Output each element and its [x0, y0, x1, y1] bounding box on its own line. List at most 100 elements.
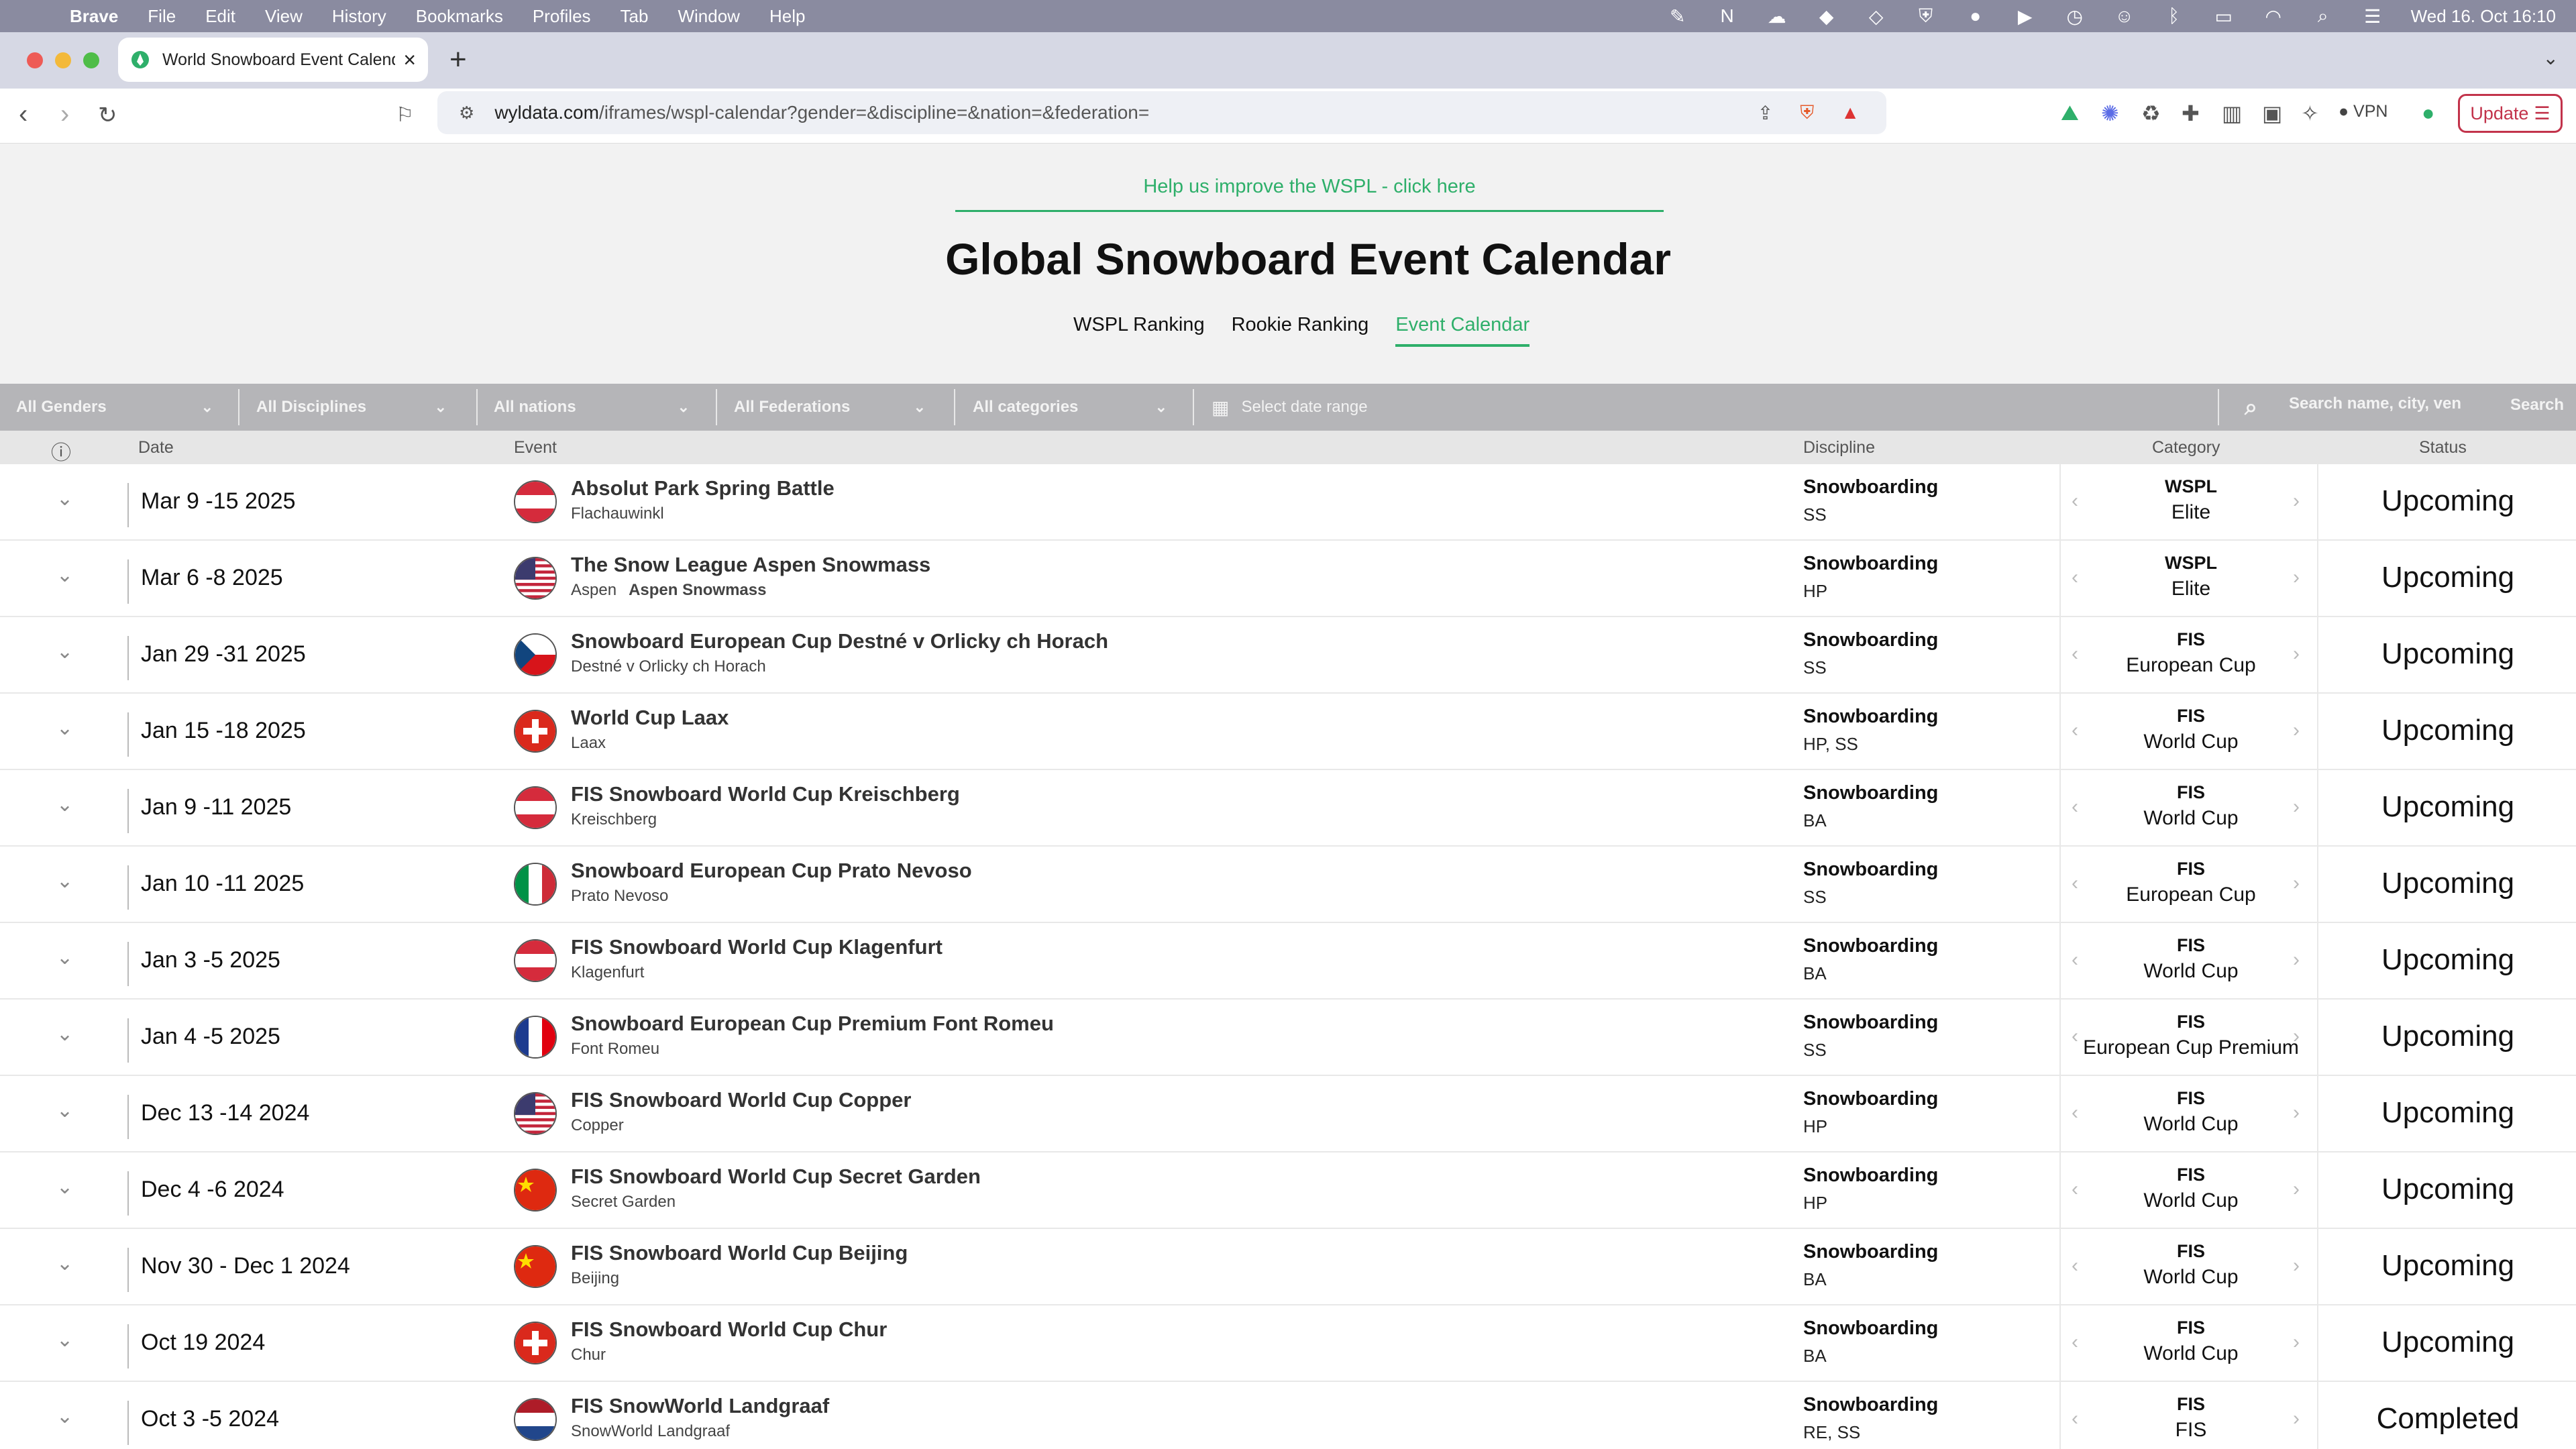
table-row[interactable]: ⌄ Dec 4 -6 2024 FIS Snowboard World Cup Se… [0, 1152, 2576, 1229]
category-next-icon[interactable]: › [2293, 1331, 2300, 1354]
info-icon[interactable]: ⓘ [51, 436, 71, 466]
table-row[interactable]: ⌄ Jan 10 -11 2025 Snowboard European Cup P… [0, 847, 2576, 923]
gender-select[interactable]: All Genders ⌄ [0, 384, 229, 431]
event-name[interactable]: FIS SnowWorld Landgraaf [571, 1394, 829, 1418]
nav-wspl-ranking[interactable]: WSPL Ranking [1073, 314, 1205, 347]
category-next-icon[interactable]: › [2293, 949, 2300, 971]
notion-icon[interactable]: N [1716, 5, 1739, 28]
forward-icon[interactable]: › [60, 99, 69, 129]
category-next-icon[interactable]: › [2293, 490, 2300, 513]
table-row[interactable]: ⌄ Jan 4 -5 2025 Snowboard European Cup Pre… [0, 1000, 2576, 1076]
menu-window[interactable]: Window [678, 6, 739, 27]
dropbox-icon[interactable]: ◇ [1865, 5, 1888, 28]
timer-icon[interactable]: ◷ [2063, 5, 2086, 28]
search-input[interactable]: Search name, city, ven [2289, 394, 2510, 413]
category-next-icon[interactable]: › [2293, 796, 2300, 818]
event-name[interactable]: Snowboard European Cup Premium Font Rome… [571, 1012, 1054, 1036]
brave-rewards-icon[interactable]: ▲ [1841, 102, 1860, 123]
new-tab-icon[interactable]: + [449, 43, 467, 76]
leo-ai-icon[interactable]: ✧ [2301, 101, 2319, 126]
expand-chevron-icon[interactable]: ⌄ [56, 1405, 73, 1428]
control-center-icon[interactable]: ☰ [2361, 5, 2384, 28]
event-name[interactable]: World Cup Laax [571, 706, 729, 730]
table-row[interactable]: ⌄ Jan 29 -31 2025 Snowboard European Cup D… [0, 617, 2576, 694]
zoom-window-button[interactable] [83, 52, 99, 68]
table-row[interactable]: ⌄ Jan 3 -5 2025 FIS Snowboard World Cup Kl… [0, 923, 2576, 1000]
expand-chevron-icon[interactable]: ⌄ [56, 1175, 73, 1199]
menu-app-name[interactable]: Brave [70, 6, 118, 27]
site-settings-icon[interactable]: ⚙ [459, 103, 474, 123]
search-button[interactable]: Search [2510, 396, 2564, 415]
nav-rookie-ranking[interactable]: Rookie Ranking [1232, 314, 1369, 347]
nation-select[interactable]: All nations ⌄ [478, 384, 706, 431]
event-name[interactable]: FIS Snowboard World Cup Copper [571, 1088, 911, 1112]
table-row[interactable]: ⌄ Dec 13 -14 2024 FIS Snowboard World Cup … [0, 1076, 2576, 1152]
discipline-select[interactable]: All Disciplines ⌄ [240, 384, 463, 431]
expand-chevron-icon[interactable]: ⌄ [56, 487, 73, 511]
table-row[interactable]: ⌄ Mar 9 -15 2025 Absolut Park Spring Battl… [0, 464, 2576, 541]
user-icon[interactable]: ☺ [2113, 5, 2136, 28]
bookmark-icon[interactable]: ⚐ [396, 103, 414, 127]
tab-list-chevron-icon[interactable]: ⌄ [2543, 47, 2559, 69]
menu-history[interactable]: History [332, 6, 386, 27]
menu-help[interactable]: Help [769, 6, 805, 27]
category-next-icon[interactable]: › [2293, 566, 2300, 589]
expand-chevron-icon[interactable]: ⌄ [56, 793, 73, 816]
sidebar-toggle-icon[interactable]: ▥ [2222, 101, 2242, 126]
event-name[interactable]: Absolut Park Spring Battle [571, 476, 835, 500]
menu-file[interactable]: File [148, 6, 176, 27]
event-name[interactable]: FIS Snowboard World Cup Chur [571, 1318, 887, 1342]
menu-tab[interactable]: Tab [621, 6, 649, 27]
expand-chevron-icon[interactable]: ⌄ [56, 640, 73, 663]
table-row[interactable]: ⌄ Oct 19 2024 FIS Snowboard World Cup Chur… [0, 1305, 2576, 1382]
category-next-icon[interactable]: › [2293, 643, 2300, 665]
menu-bookmarks[interactable]: Bookmarks [416, 6, 503, 27]
share-icon[interactable]: ⇪ [1758, 102, 1773, 124]
brave-shields-icon[interactable]: ⛨ [1800, 102, 1814, 124]
event-name[interactable]: FIS Snowboard World Cup Beijing [571, 1241, 908, 1265]
event-name[interactable]: Snowboard European Cup Destné v Orlicky … [571, 629, 1108, 653]
event-name[interactable]: FIS Snowboard World Cup Kreischberg [571, 782, 960, 806]
close-window-button[interactable] [27, 52, 43, 68]
cloud-icon[interactable]: ☁ [1766, 5, 1788, 28]
update-button[interactable]: Update ☰ [2458, 94, 2563, 133]
menu-view[interactable]: View [265, 6, 303, 27]
extension-mountain-icon[interactable]: ⛰ [2061, 101, 2079, 126]
expand-chevron-icon[interactable]: ⌄ [56, 1099, 73, 1122]
header-event[interactable]: Event [514, 438, 557, 458]
header-category[interactable]: Category [2152, 438, 2220, 458]
address-bar[interactable]: ⚙ wyldata.com/iframes/wspl-calendar?gend… [437, 91, 1886, 134]
elephant-icon[interactable]: ● [1964, 5, 1987, 28]
nav-event-calendar[interactable]: Event Calendar [1395, 314, 1530, 347]
menu-profiles[interactable]: Profiles [533, 6, 591, 27]
header-discipline[interactable]: Discipline [1803, 438, 1875, 458]
event-name[interactable]: The Snow League Aspen Snowmass [571, 553, 930, 577]
close-tab-icon[interactable]: × [403, 48, 416, 72]
category-next-icon[interactable]: › [2293, 1025, 2300, 1048]
extensions-puzzle-icon[interactable]: ✚ [2182, 101, 2200, 126]
table-row[interactable]: ⌄ Jan 15 -18 2025 World Cup Laax Laax Snowbo… [0, 694, 2576, 770]
evernote-icon[interactable]: ◆ [1815, 5, 1838, 28]
category-select[interactable]: All categories ⌄ [957, 384, 1183, 431]
event-name[interactable]: FIS Snowboard World Cup Secret Garden [571, 1165, 981, 1189]
category-next-icon[interactable]: › [2293, 1254, 2300, 1277]
wallet-icon[interactable]: ▣ [2262, 101, 2282, 126]
category-next-icon[interactable]: › [2293, 1102, 2300, 1124]
browser-tab-active[interactable]: World Snowboard Event Calendar × [118, 38, 428, 82]
expand-chevron-icon[interactable]: ⌄ [56, 869, 73, 893]
header-status[interactable]: Status [2419, 438, 2467, 458]
category-next-icon[interactable]: › [2293, 719, 2300, 742]
reload-icon[interactable]: ↻ [98, 102, 117, 129]
menu-clock[interactable]: Wed 16. Oct 16:10 [2411, 6, 2556, 27]
date-range-picker[interactable]: ▦ Select date range [1195, 384, 2202, 431]
event-name[interactable]: Snowboard European Cup Prato Nevoso [571, 859, 972, 883]
search-icon[interactable]: ⌕ [2312, 5, 2334, 28]
expand-chevron-icon[interactable]: ⌄ [56, 716, 73, 740]
vpn-button[interactable]: ● VPN [2339, 102, 2387, 121]
back-icon[interactable]: ‹ [19, 99, 28, 129]
help-improve-link[interactable]: Help us improve the WSPL - click here [955, 176, 1664, 212]
expand-chevron-icon[interactable]: ⌄ [56, 946, 73, 969]
extension-gear-icon[interactable]: ✺ [2101, 101, 2119, 126]
table-row[interactable]: ⌄ Mar 6 -8 2025 The Snow League Aspen Snow… [0, 541, 2576, 617]
minimize-window-button[interactable] [55, 52, 71, 68]
